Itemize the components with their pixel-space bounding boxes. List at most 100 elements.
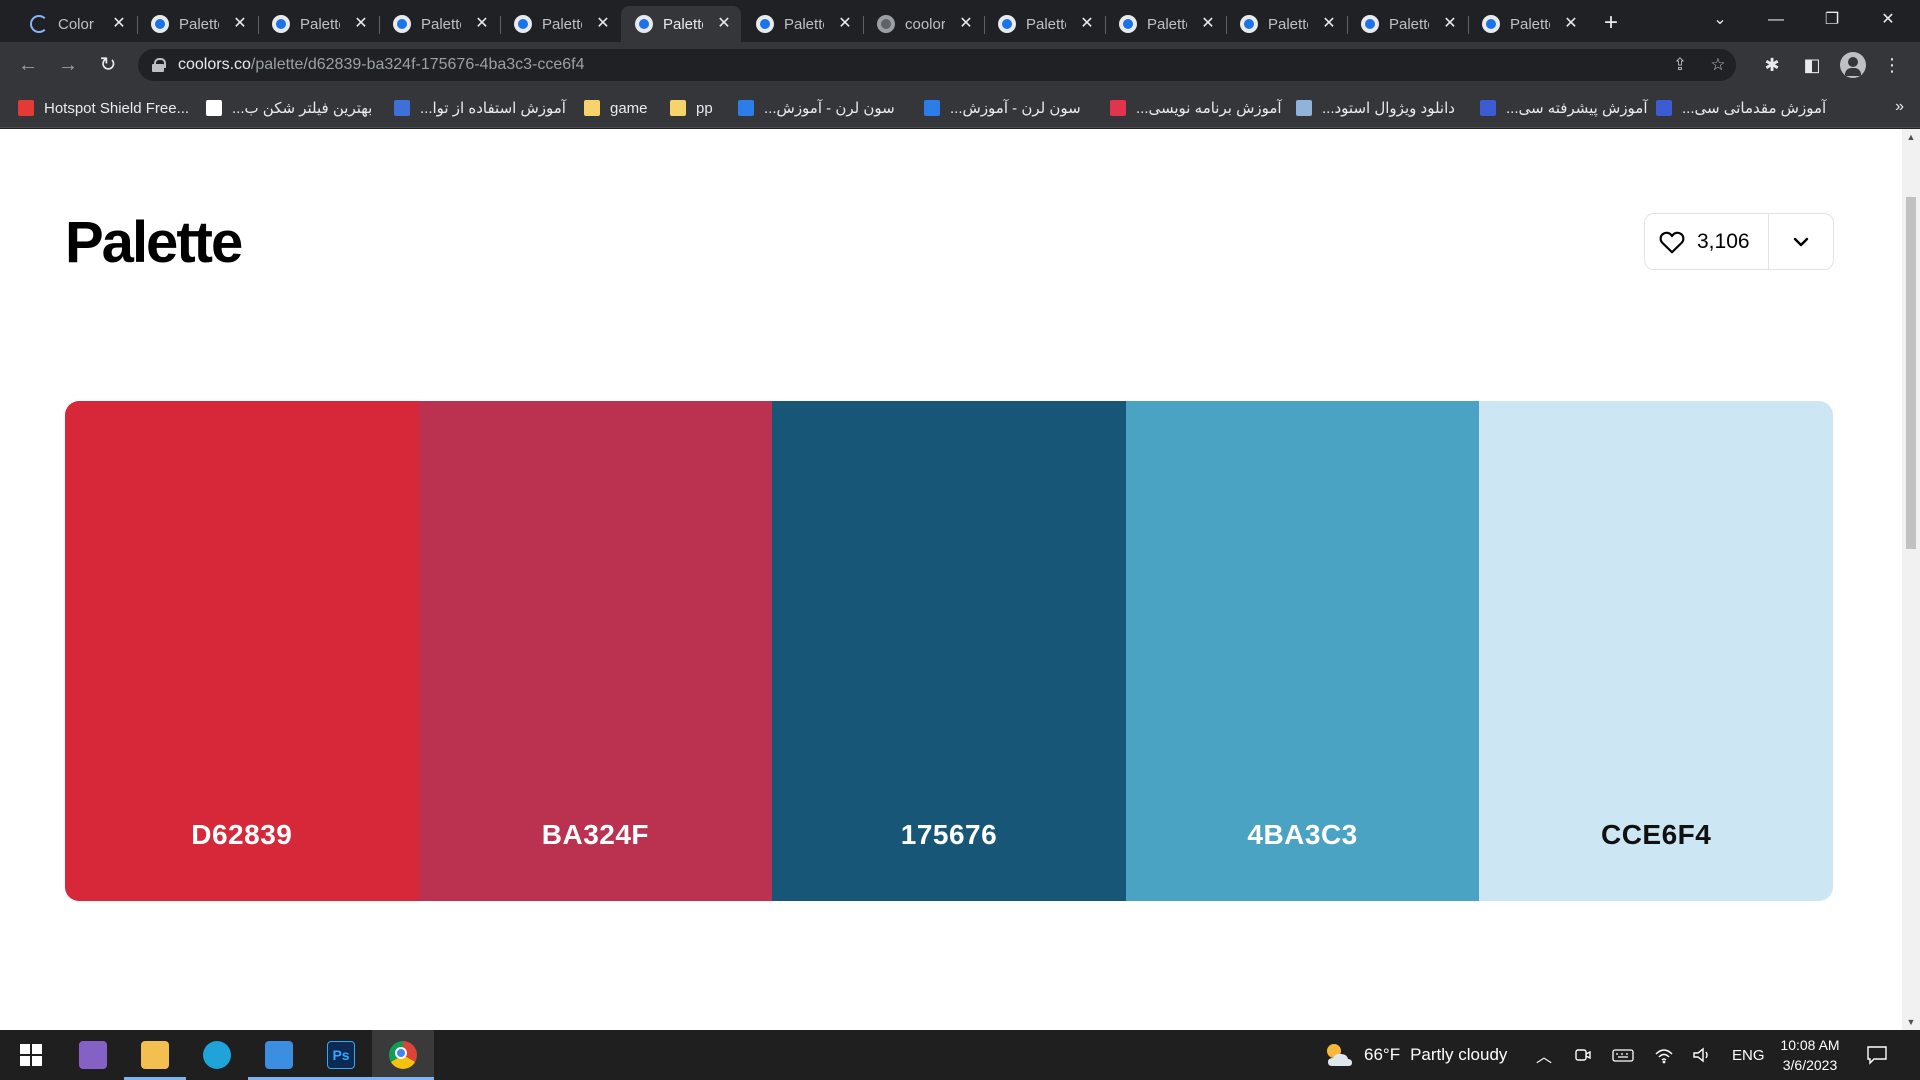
tab[interactable]: Color ✕ bbox=[16, 6, 136, 42]
new-tab-button[interactable]: + bbox=[1596, 9, 1626, 39]
tab-close-icon[interactable]: ✕ bbox=[352, 15, 370, 33]
coolors-icon bbox=[756, 15, 774, 33]
wifi-icon[interactable] bbox=[1654, 1030, 1674, 1080]
tab-close-icon[interactable]: ✕ bbox=[594, 15, 612, 33]
tab-search-button[interactable]: ⌄ bbox=[1692, 0, 1748, 40]
extensions-icon[interactable]: ✱ bbox=[1758, 51, 1786, 79]
tab[interactable]: Palette ✕ bbox=[137, 6, 257, 42]
tab[interactable]: Palette ✕ bbox=[1105, 6, 1225, 42]
bookmark-item[interactable]: بهترین فیلتر شکن ب... bbox=[206, 98, 372, 118]
bookmark-item[interactable]: pp bbox=[670, 98, 713, 118]
swatch-hex-code[interactable]: 4BA3C3 bbox=[1126, 819, 1480, 851]
tab[interactable]: Palette ✕ bbox=[500, 6, 620, 42]
side-panel-icon[interactable]: ◧ bbox=[1798, 51, 1826, 79]
swatch-hex-code[interactable]: D62839 bbox=[65, 819, 419, 851]
taskbar-app-button[interactable] bbox=[248, 1030, 310, 1080]
scroll-thumb[interactable] bbox=[1906, 197, 1916, 549]
swatch-hex-code[interactable]: BA324F bbox=[419, 819, 773, 851]
tab-close-icon[interactable]: ✕ bbox=[1199, 15, 1217, 33]
weather-widget[interactable]: 66°F Partly cloudy bbox=[1322, 1030, 1507, 1080]
tab[interactable]: coolors ✕ bbox=[863, 6, 983, 42]
taskbar-app-button[interactable] bbox=[62, 1030, 124, 1080]
tab[interactable]: Palette ✕ bbox=[621, 6, 741, 42]
swatch-hex-code[interactable]: 175676 bbox=[772, 819, 1126, 851]
tab-close-icon[interactable]: ✕ bbox=[1320, 15, 1338, 33]
tab-divider bbox=[984, 16, 985, 34]
url-text[interactable]: coolors.co/palette/d62839-ba324f-175676-… bbox=[178, 56, 585, 74]
taskbar-app-button[interactable] bbox=[186, 1030, 248, 1080]
minimize-button[interactable]: — bbox=[1748, 0, 1804, 40]
page-scrollbar[interactable]: ▲ ▼ bbox=[1902, 129, 1920, 1030]
windows-taskbar: 66°F Partly cloudy ︿ ENG 10:08 AM 3/6/20… bbox=[0, 1030, 1920, 1080]
bookmark-item[interactable]: آموزش استفاده از توا... bbox=[394, 98, 566, 118]
bookmark-item[interactable]: آموزش پیشرفته سی... bbox=[1480, 98, 1648, 118]
chrome-menu-icon[interactable]: ⋮ bbox=[1878, 51, 1906, 79]
bookmark-item[interactable]: Hotspot Shield Free... bbox=[18, 98, 189, 118]
taskbar-app-button[interactable]: Ps bbox=[310, 1030, 372, 1080]
tab-close-icon[interactable]: ✕ bbox=[110, 15, 128, 33]
address-bar[interactable]: coolors.co/palette/d62839-ba324f-175676-… bbox=[138, 49, 1736, 81]
taskbar-app-button[interactable] bbox=[124, 1030, 186, 1080]
show-hidden-icons-button[interactable]: ︿ bbox=[1536, 1030, 1552, 1080]
tab-close-icon[interactable]: ✕ bbox=[1441, 15, 1459, 33]
tab[interactable]: Palette ✕ bbox=[258, 6, 378, 42]
color-swatch[interactable]: CCE6F4 bbox=[1479, 401, 1833, 901]
tab[interactable]: Palette ✕ bbox=[379, 6, 499, 42]
forward-button[interactable]: → bbox=[52, 49, 84, 81]
profile-avatar-icon[interactable] bbox=[1840, 52, 1866, 78]
bookmarks-overflow-button[interactable]: » bbox=[1895, 98, 1904, 116]
lock-icon[interactable] bbox=[152, 58, 166, 72]
tab-close-icon[interactable]: ✕ bbox=[1078, 15, 1096, 33]
restore-button[interactable]: ❐ bbox=[1804, 0, 1860, 40]
bookmark-item[interactable]: سون لرن - آموزش... bbox=[738, 98, 895, 118]
swatch-hex-code[interactable]: CCE6F4 bbox=[1479, 819, 1833, 851]
tab[interactable]: Palette ✕ bbox=[1347, 6, 1467, 42]
tab-title: Palette bbox=[179, 15, 219, 33]
bookmark-item[interactable]: دانلود ویژوال استود... bbox=[1296, 98, 1455, 118]
like-button[interactable]: 3,106 bbox=[1645, 214, 1769, 269]
tab[interactable]: Palette ✕ bbox=[1468, 6, 1588, 42]
scroll-down-icon[interactable]: ▼ bbox=[1902, 1014, 1920, 1030]
bookmarks-bar: » Hotspot Shield Free... بهترین فیلتر شکن… bbox=[0, 88, 1920, 128]
system-clock[interactable]: 10:08 AM 3/6/2023 bbox=[1772, 1035, 1848, 1075]
tab-close-icon[interactable]: ✕ bbox=[231, 15, 249, 33]
windows-logo-icon bbox=[20, 1044, 42, 1066]
close-window-button[interactable]: ✕ bbox=[1860, 0, 1916, 40]
bookmark-item[interactable]: آموزش مقدماتی سی... bbox=[1656, 98, 1826, 118]
color-swatch[interactable]: 4BA3C3 bbox=[1125, 401, 1480, 901]
tab-close-icon[interactable]: ✕ bbox=[715, 15, 733, 33]
tab-close-icon[interactable]: ✕ bbox=[836, 15, 854, 33]
notification-center-icon[interactable] bbox=[1866, 1030, 1888, 1080]
tab[interactable]: Palette ✕ bbox=[984, 6, 1104, 42]
start-button[interactable] bbox=[0, 1030, 62, 1080]
bookmark-label: بهترین فیلتر شکن ب... bbox=[232, 100, 373, 117]
bookmark-item[interactable]: game bbox=[584, 98, 648, 118]
bookmark-item[interactable]: آموزش برنامه نویسی... bbox=[1110, 98, 1282, 118]
bookmark-star-icon[interactable]: ☆ bbox=[1706, 53, 1730, 77]
volume-icon[interactable] bbox=[1692, 1030, 1712, 1080]
tab-title: Palette bbox=[1510, 15, 1550, 33]
tab-close-icon[interactable]: ✕ bbox=[957, 15, 975, 33]
tab[interactable]: Palette ✕ bbox=[1226, 6, 1346, 42]
color-swatch[interactable]: BA324F bbox=[418, 401, 773, 901]
tab-title: Color bbox=[58, 15, 94, 33]
taskbar-app-button[interactable] bbox=[372, 1030, 434, 1080]
tab-close-icon[interactable]: ✕ bbox=[473, 15, 491, 33]
language-indicator[interactable]: ENG bbox=[1732, 1030, 1765, 1080]
color-swatch[interactable]: 175676 bbox=[772, 401, 1126, 901]
meet-now-icon[interactable] bbox=[1574, 1030, 1592, 1080]
share-icon[interactable]: ⇪ bbox=[1668, 53, 1692, 77]
tab-close-icon[interactable]: ✕ bbox=[1562, 15, 1580, 33]
browser-toolbar: ← → ↻ coolors.co/palette/d62839-ba324f-1… bbox=[0, 42, 1920, 88]
bookmark-item[interactable]: سون لرن - آموزش... bbox=[924, 98, 1081, 118]
reload-button[interactable]: ↻ bbox=[92, 49, 124, 81]
tab[interactable]: Palette ✕ bbox=[742, 6, 862, 42]
scroll-up-icon[interactable]: ▲ bbox=[1902, 129, 1920, 145]
coolors-icon bbox=[1240, 15, 1258, 33]
keyboard-icon[interactable] bbox=[1612, 1030, 1634, 1080]
bookmark-label: سون لرن - آموزش... bbox=[950, 100, 1081, 117]
back-button[interactable]: ← bbox=[12, 49, 44, 81]
hotspot-shield-icon bbox=[18, 100, 34, 116]
color-swatch[interactable]: D62839 bbox=[65, 401, 419, 901]
palette-options-button[interactable] bbox=[1769, 214, 1833, 269]
